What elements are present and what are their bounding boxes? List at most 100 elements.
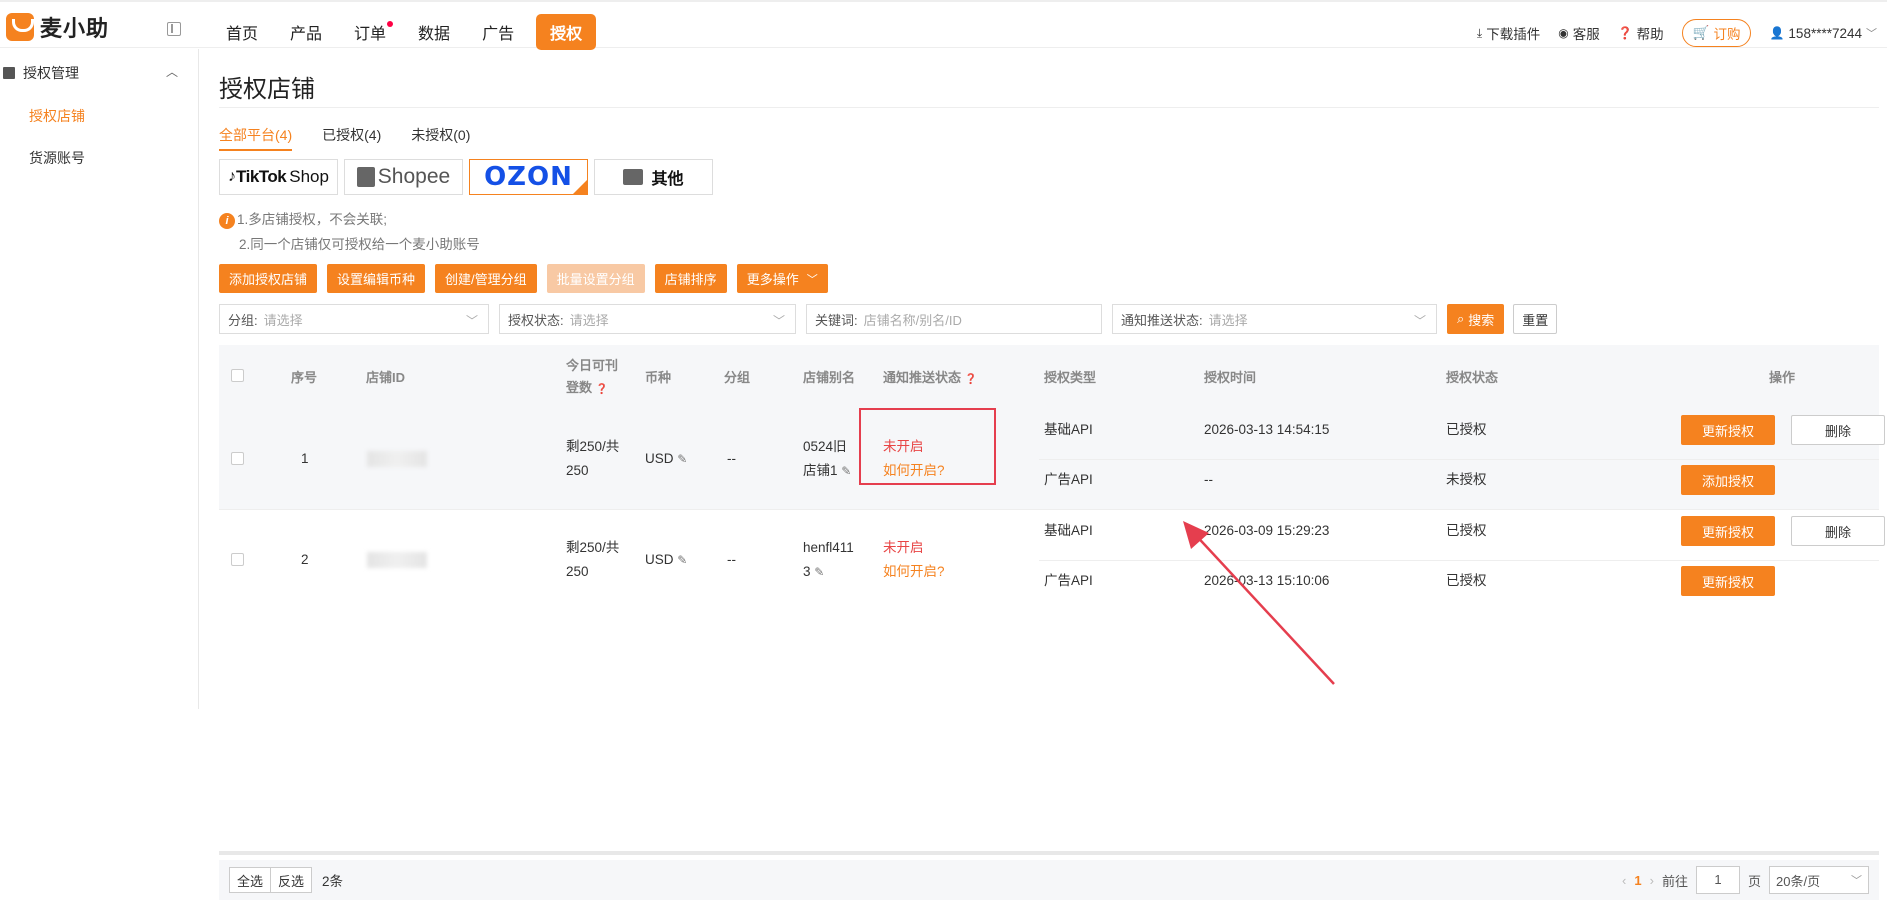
col-shop-id: 店铺ID bbox=[366, 370, 406, 385]
reset-button[interactable]: 重置 bbox=[1513, 304, 1558, 334]
nav-authorization[interactable]: 授权 bbox=[536, 14, 597, 50]
goto-label: 前往 bbox=[1661, 873, 1688, 889]
page-size-value: 20条/页 bbox=[1776, 873, 1821, 889]
col-auth-time: 授权时间 bbox=[1204, 370, 1257, 385]
page-number[interactable]: 1 bbox=[1634, 873, 1641, 888]
help-icon: ❓ bbox=[964, 374, 978, 385]
auth-status-label: 授权状态: bbox=[508, 312, 564, 328]
delete-button[interactable]: 删除 bbox=[1791, 415, 1885, 445]
notify-status: 未开启 bbox=[883, 540, 924, 555]
nav-ads[interactable]: 广告 bbox=[466, 14, 530, 50]
nav-products[interactable]: 产品 bbox=[274, 14, 338, 50]
shop-sort-button[interactable]: 店铺排序 bbox=[654, 264, 727, 293]
tip-1: i 1.多店铺授权，不会关联; bbox=[219, 207, 480, 232]
alias-value: 店铺1 bbox=[803, 463, 838, 478]
page-size-select[interactable]: 20条/页 ﹀ bbox=[1769, 866, 1869, 894]
alias-value: 3 bbox=[803, 564, 811, 579]
table-header: 序号 店铺ID 今日可刊 登数 ❓ 币种 分组 店铺别名 通知推送状态 ❓ 授权… bbox=[219, 345, 1879, 409]
set-currency-button[interactable]: 设置编辑币种 bbox=[327, 264, 426, 293]
page-input[interactable]: 1 bbox=[1695, 866, 1740, 894]
logo-icon bbox=[6, 13, 34, 41]
tab-all-platforms[interactable]: 全部平台(4) bbox=[219, 125, 293, 151]
more-actions-button[interactable]: 更多操作 ﹀ bbox=[736, 264, 828, 293]
update-auth-button[interactable]: 更新授权 bbox=[1681, 566, 1775, 596]
user-menu[interactable]: 👤 158****7244 ﹀ bbox=[1769, 25, 1877, 41]
ozon-label: OZON bbox=[484, 162, 573, 192]
platform-selector: ♪ TikTok Shop Shopee OZON 其他 bbox=[219, 159, 713, 195]
sidebar-item-auth-shops[interactable]: 授权店铺 bbox=[29, 106, 85, 126]
tab-authorized[interactable]: 已授权(4) bbox=[322, 125, 381, 151]
table-row: 1 剩250/共 250 USD ✎ -- 0524旧 店铺1 ✎ 未开启 如何… bbox=[219, 409, 1885, 510]
currency-cell: USD ✎ bbox=[645, 548, 687, 572]
alias-line-1: henfl411 bbox=[803, 540, 854, 555]
col-no: 序号 bbox=[291, 370, 318, 385]
alias-line-1: 0524旧 bbox=[803, 439, 847, 454]
nav-home[interactable]: 首页 bbox=[210, 14, 274, 50]
logo[interactable]: 麦小助 bbox=[6, 11, 109, 43]
update-auth-button[interactable]: 更新授权 bbox=[1681, 415, 1775, 445]
download-plugin-link[interactable]: ⤓ 下载插件 bbox=[1477, 23, 1540, 43]
row-checkbox[interactable] bbox=[231, 452, 244, 465]
platform-ozon[interactable]: OZON bbox=[469, 159, 588, 195]
chevron-down-icon: ﹀ bbox=[772, 314, 785, 328]
help-link[interactable]: ❓ 帮助 bbox=[1618, 23, 1664, 43]
keyword-input[interactable]: 关键词: 店铺名称/别名/ID bbox=[806, 304, 1102, 334]
how-to-enable-link[interactable]: 如何开启? bbox=[883, 560, 945, 584]
edit-icon[interactable]: ✎ bbox=[677, 452, 687, 466]
customer-service-link[interactable]: ◉ 客服 bbox=[1558, 23, 1599, 43]
add-shop-button[interactable]: 添加授权店铺 bbox=[219, 264, 318, 293]
sub-row-divider bbox=[1039, 560, 1879, 561]
auth-status-select[interactable]: 授权状态: 请选择 ﹀ bbox=[499, 304, 796, 334]
col-profit-1: 今日可刊 bbox=[566, 358, 619, 373]
shop-id-blurred bbox=[367, 451, 427, 467]
next-page-icon[interactable]: › bbox=[1650, 873, 1654, 888]
shopee-label: Shopee bbox=[377, 165, 451, 188]
store-icon bbox=[623, 169, 644, 185]
group-placeholder: 请选择 bbox=[263, 312, 303, 328]
chevron-down-icon: ﹀ bbox=[1413, 314, 1426, 328]
edit-icon[interactable]: ✎ bbox=[814, 565, 824, 579]
row-checkbox[interactable] bbox=[231, 553, 244, 566]
batch-group-button[interactable]: 批量设置分组 bbox=[546, 264, 645, 293]
order-button[interactable]: 🛒 订购 bbox=[1681, 19, 1752, 47]
group-select[interactable]: 分组: 请选择 ﹀ bbox=[219, 304, 489, 334]
invert-select-button[interactable]: 反选 bbox=[271, 867, 313, 893]
platform-tiktok-shop[interactable]: ♪ TikTok Shop bbox=[219, 159, 338, 195]
col-notify: 通知推送状态 ❓ bbox=[883, 367, 977, 386]
top-right-menu: ⤓ 下载插件 ◉ 客服 ❓ 帮助 🛒 订购 👤 158****7244 ﹀ bbox=[1477, 19, 1877, 47]
auth-type: 广告API bbox=[1044, 573, 1093, 588]
search-button[interactable]: ⌕ 搜索 bbox=[1447, 304, 1505, 334]
delete-button[interactable]: 删除 bbox=[1791, 516, 1885, 546]
brand-name: 麦小助 bbox=[40, 16, 110, 41]
notify-status-select[interactable]: 通知推送状态: 请选择 ﹀ bbox=[1112, 304, 1437, 334]
nav-orders[interactable]: 订单 bbox=[338, 14, 402, 50]
manage-group-button[interactable]: 创建/管理分组 bbox=[435, 264, 537, 293]
sub-row-divider bbox=[1039, 459, 1879, 460]
filter-bar: 分组: 请选择 ﹀ 授权状态: 请选择 ﹀ 关键词: 店铺名称/别名/ID 通知… bbox=[219, 304, 1558, 334]
auth-status-placeholder: 请选择 bbox=[569, 312, 609, 328]
tip-2: 2.同一个店铺仅可授权给一个麦小助账号 bbox=[239, 237, 480, 252]
edit-icon[interactable]: ✎ bbox=[677, 553, 687, 567]
tip-1-text: 1.多店铺授权，不会关联; bbox=[237, 212, 388, 227]
sidebar-collapse-icon[interactable] bbox=[167, 22, 181, 36]
tab-unauthorized[interactable]: 未授权(0) bbox=[411, 125, 470, 151]
prev-page-icon[interactable]: ‹ bbox=[1622, 873, 1626, 888]
sidebar-group-auth[interactable]: 授权管理 ︿ bbox=[0, 63, 190, 83]
edit-icon[interactable]: ✎ bbox=[841, 464, 851, 478]
nav-data[interactable]: 数据 bbox=[402, 14, 466, 50]
sidebar-item-source-accounts[interactable]: 货源账号 bbox=[29, 148, 85, 168]
chevron-up-icon: ︿ bbox=[165, 65, 178, 79]
table-footer: 全选 反选 2条 ‹ 1 › 前往 1 页 20条/页 ﹀ bbox=[219, 860, 1879, 900]
platform-shopee[interactable]: Shopee bbox=[344, 159, 463, 195]
chevron-down-icon: ﹀ bbox=[806, 273, 818, 286]
platform-other[interactable]: 其他 bbox=[594, 159, 713, 195]
add-auth-button[interactable]: 添加授权 bbox=[1681, 465, 1775, 495]
update-auth-button[interactable]: 更新授权 bbox=[1681, 516, 1775, 546]
search-icon: ⌕ bbox=[1457, 311, 1465, 326]
select-all-checkbox[interactable] bbox=[231, 369, 244, 382]
eye-icon: ◉ bbox=[1558, 26, 1569, 40]
horizontal-scrollbar[interactable] bbox=[219, 851, 1879, 855]
select-all-button[interactable]: 全选 bbox=[229, 867, 272, 893]
keyword-placeholder: 店铺名称/别名/ID bbox=[863, 312, 962, 328]
divider bbox=[219, 107, 1879, 108]
